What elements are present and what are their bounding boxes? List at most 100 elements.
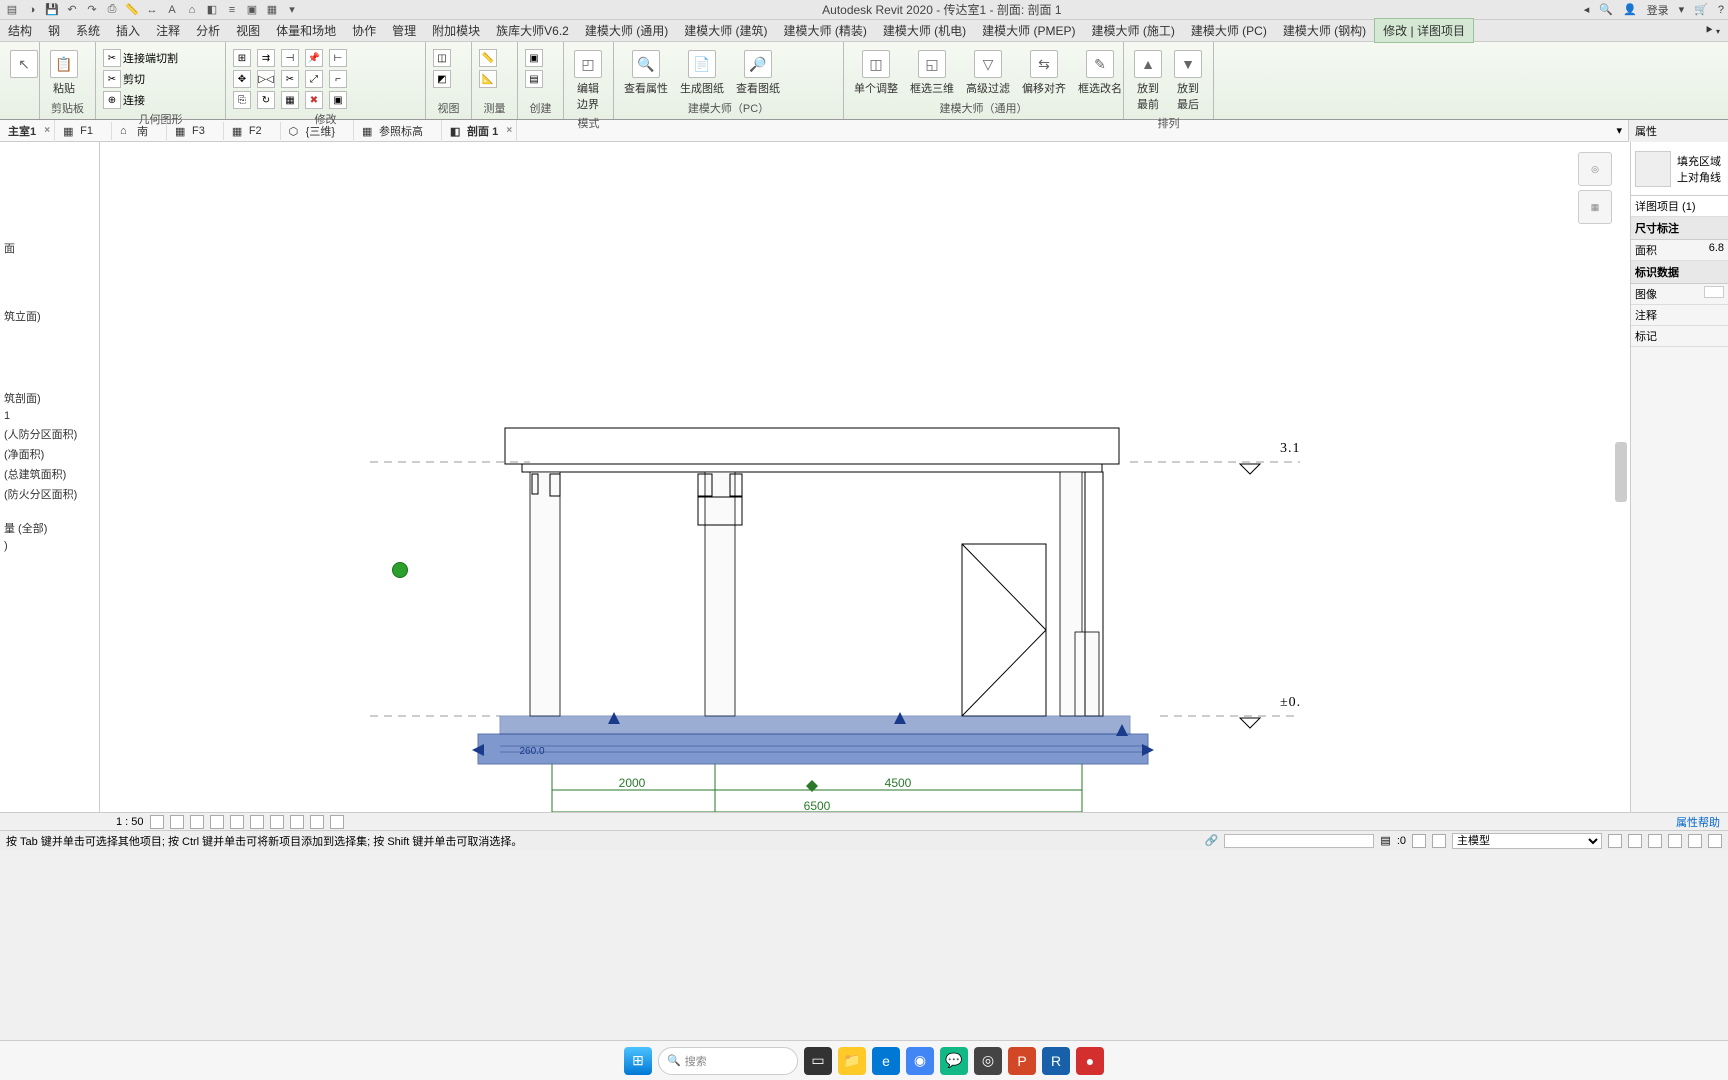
extend-icon[interactable]: ⊢ (329, 49, 347, 67)
project-browser[interactable]: 面 筑立面) 筑剖面) 1 (人防分区面积) (净面积) (总建筑面积) (防火… (0, 142, 100, 812)
array-icon[interactable]: ▦ (281, 91, 299, 109)
scale-icon[interactable]: ⤢ (305, 70, 323, 88)
worksharing-icon[interactable] (330, 815, 344, 829)
app-icon[interactable]: ◎ (974, 1047, 1002, 1075)
shadows-icon[interactable] (210, 815, 224, 829)
mirror-icon[interactable]: ▷◁ (257, 70, 275, 88)
tab-south[interactable]: ⌂南 (112, 120, 167, 142)
move-icon[interactable]: ✥ (233, 70, 251, 88)
view-btn2[interactable]: ◩ (433, 70, 451, 88)
crop-region-icon[interactable] (250, 815, 264, 829)
tab-main[interactable]: 主室1× (0, 120, 55, 142)
view-scale[interactable]: 1 : 50 (116, 816, 144, 828)
tree-item[interactable]: 量 (全部) (0, 518, 99, 538)
detail-level-icon[interactable] (150, 815, 164, 829)
view-btn1[interactable]: ◫ (433, 49, 451, 67)
select-pinned-icon[interactable] (1648, 834, 1662, 848)
filter-icon[interactable] (1608, 834, 1622, 848)
task-view-icon[interactable]: ▭ (804, 1047, 832, 1075)
tofront-button[interactable]: ▲放到 最前 (1130, 48, 1166, 114)
vertical-scrollbar[interactable] (1615, 442, 1627, 502)
menu-addins[interactable]: 附加模块 (424, 19, 488, 42)
tab-3d[interactable]: ⬡{三维} (281, 120, 354, 142)
reveal-hidden-icon[interactable] (310, 815, 324, 829)
wechat-icon[interactable]: 💬 (940, 1047, 968, 1075)
help-icon[interactable]: ? (1718, 4, 1724, 16)
save-icon[interactable]: 💾 (44, 2, 60, 18)
copy-icon[interactable]: ⎘ (233, 91, 251, 109)
thin-lines-icon[interactable]: ≡ (224, 2, 240, 18)
tree-item[interactable]: 面 (0, 238, 99, 258)
explorer-icon[interactable]: 📁 (838, 1047, 866, 1075)
sun-path-icon[interactable] (190, 815, 204, 829)
lock-3d-icon[interactable] (270, 815, 284, 829)
switch-windows-icon[interactable]: ▦ (264, 2, 280, 18)
menu-massing[interactable]: 体量和场地 (268, 19, 344, 42)
rotate-icon[interactable]: ↻ (257, 91, 275, 109)
info-center-icon[interactable]: ◂ (1584, 3, 1590, 16)
menu-annotate[interactable]: 注释 (148, 19, 188, 42)
dimension-icon[interactable]: ↔ (144, 2, 160, 18)
gensheet-button[interactable]: 📄生成图纸 (676, 48, 728, 98)
record-icon[interactable]: ● (1076, 1047, 1104, 1075)
paste-button[interactable]: 📋粘贴 (46, 48, 82, 98)
qat-dropdown-icon[interactable]: ▾ (284, 2, 300, 18)
taskbar-search[interactable]: 🔍搜索 (658, 1047, 798, 1075)
drag-elements-icon[interactable] (1688, 834, 1702, 848)
undo-icon[interactable]: ↶ (64, 2, 80, 18)
menu-insert[interactable]: 插入 (108, 19, 148, 42)
temp-dimension[interactable]: 260.0 (519, 746, 544, 757)
select-links-icon[interactable] (1412, 834, 1426, 848)
home-icon[interactable]: ▤ (4, 2, 20, 18)
advfilter-button[interactable]: ▽高级过滤 (962, 48, 1014, 98)
lookprops-button[interactable]: 🔍查看属性 (620, 48, 672, 98)
join-icon[interactable]: ⊕ (103, 91, 121, 109)
visual-style-icon[interactable] (170, 815, 184, 829)
tab-f3[interactable]: ▦F3 (167, 122, 224, 140)
navigation-bar[interactable]: ◎ ▦ (1578, 152, 1612, 242)
editable-only-icon[interactable] (1628, 834, 1642, 848)
framerename-button[interactable]: ✎框选改名 (1074, 48, 1126, 98)
text-icon[interactable]: A (164, 2, 180, 18)
workset-select[interactable]: 主模型 (1452, 833, 1602, 849)
tree-item[interactable]: (净面积) (0, 444, 99, 464)
create-btn2[interactable]: ▤ (525, 70, 543, 88)
steering-wheel-icon[interactable]: ▦ (1578, 190, 1612, 224)
looksheet-button[interactable]: 🔎查看图纸 (732, 48, 784, 98)
menu-view[interactable]: 视图 (228, 19, 268, 42)
prop-image-value[interactable] (1704, 286, 1724, 298)
tree-item[interactable]: (人防分区面积) (0, 424, 99, 444)
singleadj-button[interactable]: ◫单个调整 (850, 48, 902, 98)
tree-item[interactable]: (防火分区面积) (0, 484, 99, 504)
editboundary-button[interactable]: ◰编辑 边界 (570, 48, 606, 114)
link-status-icon[interactable]: 🔗 (1205, 834, 1219, 847)
split-icon[interactable]: ✂ (281, 70, 299, 88)
chevron-down-icon[interactable]: ▾ (1679, 3, 1685, 16)
redo-icon[interactable]: ↷ (84, 2, 100, 18)
close-icon[interactable]: × (506, 125, 512, 136)
tab-f1[interactable]: ▦F1 (55, 122, 112, 140)
menu-jmds-pmep[interactable]: 建模大师 (PMEP) (974, 19, 1083, 42)
toback-button[interactable]: ▼放到 最后 (1170, 48, 1206, 114)
tabs-overflow-icon[interactable]: ▾ (1610, 124, 1628, 137)
offset-icon[interactable]: ⇉ (257, 49, 275, 67)
user-icon[interactable]: 👤 (1623, 3, 1637, 16)
measure-btn1[interactable]: 📏 (479, 49, 497, 67)
tab-reflevel[interactable]: ▦参照标高 (354, 120, 442, 142)
offsetalign-button[interactable]: ⇆偏移对齐 (1018, 48, 1070, 98)
search-icon[interactable]: 🔍 (1599, 3, 1613, 16)
selected-filled-region[interactable]: 260.0 (472, 712, 1154, 764)
viewcube-icon[interactable]: ◎ (1578, 152, 1612, 186)
create-btn1[interactable]: ▣ (525, 49, 543, 67)
section-icon[interactable]: ◧ (204, 2, 220, 18)
temp-hide-icon[interactable] (290, 815, 304, 829)
background-icon[interactable] (1708, 834, 1722, 848)
tree-item[interactable]: ) (0, 538, 99, 554)
cart-icon[interactable]: 🛒 (1694, 3, 1708, 16)
menu-systems[interactable]: 系统 (68, 19, 108, 42)
menu-collab[interactable]: 协作 (344, 19, 384, 42)
group-icon[interactable]: ▣ (329, 91, 347, 109)
menu-manage[interactable]: 管理 (384, 19, 424, 42)
open-icon[interactable]: ◑ (24, 2, 40, 18)
select-face-icon[interactable] (1668, 834, 1682, 848)
